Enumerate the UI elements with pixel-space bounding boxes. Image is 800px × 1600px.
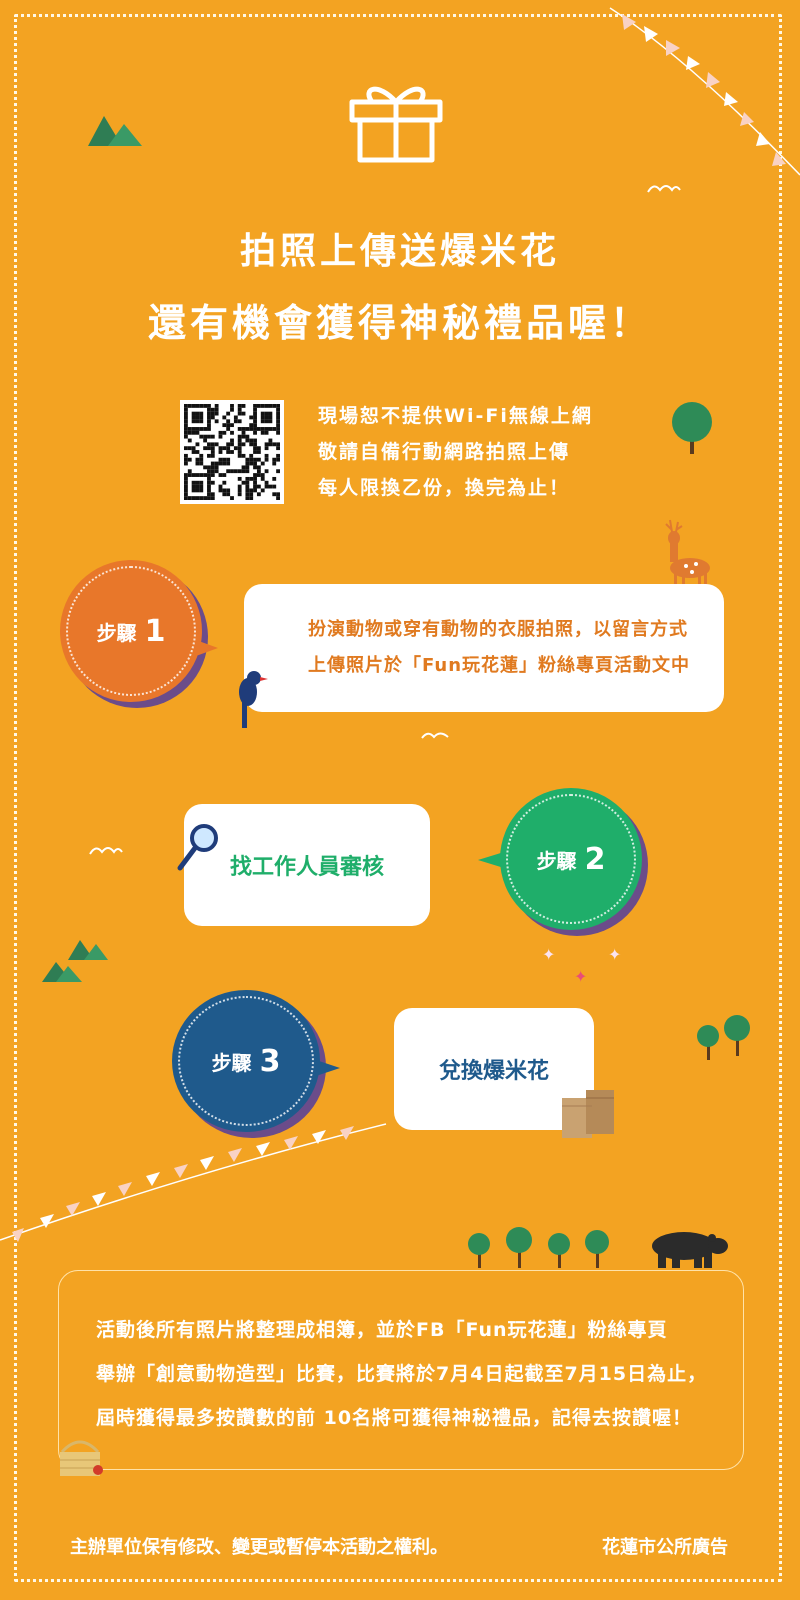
- step3-label: 步驟: [211, 1050, 252, 1075]
- tree-row-icon: [468, 1227, 609, 1268]
- bubble-tail: [316, 1060, 340, 1076]
- info-line: 屆時獲得最多按讚數的前 10名將可獲得神秘禮品，記得去按讚喔！: [96, 1407, 693, 1429]
- bird-icon: [421, 732, 449, 739]
- bunting-top-right: [609, 7, 800, 176]
- step1-badge: 步驟 1: [60, 560, 202, 702]
- notes-block: 現場恕不提供Wi-Fi無線上網 敬請自備行動網路拍照上傳 每人限換乙份，換完為止…: [318, 398, 593, 506]
- step1-number: 1: [144, 613, 166, 649]
- step2-label: 步驟: [536, 848, 577, 873]
- note-line: 現場恕不提供Wi-Fi無線上網: [318, 405, 593, 427]
- tree-icon: [697, 1015, 750, 1060]
- step3-number: 3: [259, 1043, 281, 1079]
- info-text: 活動後所有照片將整理成相簿，並於FB「Fun玩花蓮」粉絲專頁 舉辦「創意動物造型…: [96, 1308, 707, 1440]
- step2-text: 找工作人員審核: [229, 855, 384, 880]
- blue-magpie-icon: [239, 671, 268, 728]
- bunting-bottom-left: [0, 1123, 387, 1242]
- note-line: 每人限換乙份，換完為止！: [318, 477, 571, 499]
- step1-label: 步驟: [96, 620, 137, 645]
- popcorn-bag-icon: [562, 1090, 614, 1138]
- info-line: 舉辦「創意動物造型」比賽，比賽將於7月4日起截至7月15日為止，: [96, 1363, 708, 1385]
- step3-text: 兌換爆米花: [438, 1059, 549, 1084]
- note-line: 敬請自備行動網路拍照上傳: [318, 441, 571, 463]
- step2-card: 找工作人員審核: [184, 804, 430, 926]
- magnifier-icon: [177, 824, 218, 871]
- bird-icon: [647, 185, 681, 193]
- basket-icon: [60, 1440, 103, 1476]
- mountain-icon: [42, 940, 108, 982]
- info-line: 活動後所有照片將整理成相簿，並於FB「Fun玩花蓮」粉絲專頁: [96, 1319, 668, 1341]
- step2-badge: 步驟 2: [500, 788, 642, 930]
- step1-card: 扮演動物或穿有動物的衣服拍照，以留言方式 上傳照片於「Fun玩花蓮」粉絲專頁活動…: [244, 584, 724, 712]
- svg-text:✦: ✦: [542, 946, 555, 964]
- svg-text:✦: ✦: [574, 967, 587, 986]
- bubble-tail: [196, 640, 218, 656]
- bird-icon: [89, 847, 123, 855]
- step1-text-line: 上傳照片於「Fun玩花蓮」粉絲專頁活動文中: [307, 655, 691, 676]
- qr-code[interactable]: [180, 400, 284, 504]
- step3-badge: 步驟 3: [172, 990, 320, 1132]
- mountain-icon: [88, 116, 142, 146]
- footer-sponsor: 花蓮市公所廣告: [602, 1537, 728, 1558]
- headline-line2: 還有機會獲得神秘禮品喔！: [147, 301, 652, 345]
- gift-icon: [349, 86, 443, 163]
- tree-icon: [672, 402, 712, 454]
- bear-icon: [652, 1232, 728, 1268]
- svg-text:✦: ✦: [608, 946, 621, 964]
- step2-number: 2: [584, 841, 606, 877]
- qr-code-graphic: [184, 404, 280, 500]
- footer-disclaimer: 主辦單位保有修改、變更或暫停本活動之權利。: [70, 1537, 448, 1558]
- headline-line1: 拍照上傳送爆米花: [239, 231, 560, 272]
- sparkle-icon: ✦ ✦ ✦: [542, 946, 621, 986]
- step1-text-line: 扮演動物或穿有動物的衣服拍照，以留言方式: [307, 619, 688, 640]
